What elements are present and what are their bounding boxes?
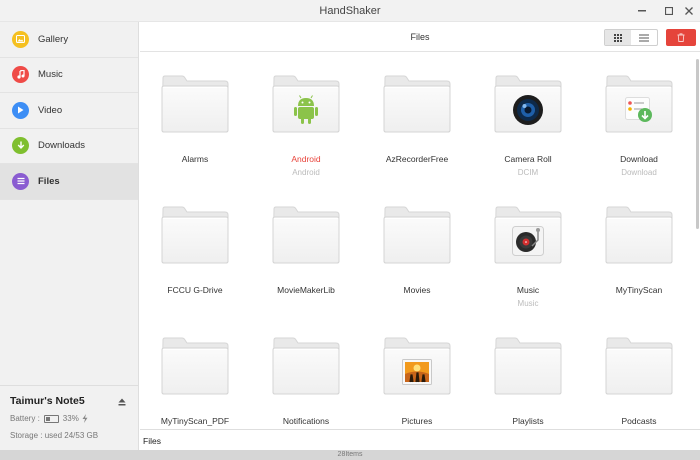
android-icon xyxy=(279,90,333,130)
folder-name: Pictures xyxy=(401,416,433,426)
folder-item[interactable]: AzRecorderFree xyxy=(367,57,467,182)
sidebar-item-label: Music xyxy=(38,69,63,81)
folder-item[interactable]: Notifications xyxy=(256,319,356,429)
folder-item[interactable]: MyTinyScan xyxy=(589,188,689,313)
camera-lens-icon xyxy=(501,90,555,130)
sidebar-item-label: Gallery xyxy=(38,33,69,45)
charging-bolt-icon xyxy=(82,414,88,423)
folder-item[interactable]: MovieMakerLib xyxy=(256,188,356,313)
device-panel: Taimur's Note5 Battery : 33% Storage : u… xyxy=(0,385,138,450)
close-button[interactable] xyxy=(681,3,697,19)
scrollbar-thumb[interactable] xyxy=(696,59,699,229)
files-icon xyxy=(12,172,29,190)
folder-item[interactable]: Android Android xyxy=(256,57,356,182)
battery-label: Battery : xyxy=(10,414,40,423)
folder-item[interactable]: Playlists xyxy=(478,319,578,429)
eject-button[interactable] xyxy=(118,398,126,408)
folder-name: Camera Roll xyxy=(504,154,552,164)
folder-item[interactable]: Camera Roll DCIM xyxy=(478,57,578,182)
folder-icon xyxy=(160,337,230,395)
folder-item[interactable]: MyTinyScan_PDF xyxy=(145,319,245,429)
folder-icon xyxy=(160,75,230,133)
folder-item[interactable]: Podcasts xyxy=(589,319,689,429)
trash-icon xyxy=(677,33,685,42)
folder-name: FCCU G-Drive xyxy=(167,285,223,295)
main-panel: Files Alarms Android Android AzRecorderF… xyxy=(140,22,700,450)
folder-icon xyxy=(271,206,341,264)
folder-subtitle: Android xyxy=(292,168,320,177)
status-bar: 28Items xyxy=(0,450,700,460)
minimize-button[interactable] xyxy=(634,3,650,19)
folder-item[interactable]: Download Download xyxy=(589,57,689,182)
sidebar-item-label: Downloads xyxy=(38,140,85,152)
folder-item[interactable]: Music Music xyxy=(478,188,578,313)
sidebar-item-gallery[interactable]: Gallery xyxy=(0,22,138,58)
sidebar-item-video[interactable]: Video xyxy=(0,93,138,129)
list-view-icon xyxy=(639,34,649,41)
folder-name: Alarms xyxy=(181,154,209,164)
folder-icon xyxy=(160,206,230,264)
folder-icon xyxy=(271,337,341,395)
folder-name: Playlists xyxy=(512,416,544,426)
folder-icon xyxy=(604,206,674,264)
record-player-icon xyxy=(501,221,555,261)
folder-name: Android xyxy=(291,154,321,164)
folder-name: MyTinyScan_PDF xyxy=(160,416,230,426)
view-toggle xyxy=(604,29,658,46)
battery-status: Battery : 33% xyxy=(10,414,128,423)
minimize-icon xyxy=(638,10,646,12)
folder-name: MyTinyScan xyxy=(615,285,663,295)
item-count: 28Items xyxy=(337,451,363,458)
download-badge-icon xyxy=(612,90,666,130)
close-icon xyxy=(685,7,693,15)
folder-subtitle: Music xyxy=(517,299,539,308)
maximize-button[interactable] xyxy=(661,3,677,19)
folder-name: Download xyxy=(620,154,658,164)
window-title: HandShaker xyxy=(319,5,381,17)
folder-name: MovieMakerLib xyxy=(277,285,335,295)
folder-subtitle: DCIM xyxy=(517,168,539,177)
download-icon xyxy=(12,137,29,155)
folder-subtitle: Download xyxy=(621,168,657,177)
eject-icon xyxy=(118,398,126,406)
toolbar: Files xyxy=(140,22,700,52)
list-view-button[interactable] xyxy=(631,30,657,45)
video-icon xyxy=(12,101,29,119)
grid-view-icon xyxy=(614,33,622,42)
battery-icon xyxy=(43,414,59,423)
folder-name: Movies xyxy=(403,285,431,295)
picture-icon xyxy=(390,352,444,392)
sidebar-item-label: Video xyxy=(38,104,63,116)
folder-item[interactable]: Pictures xyxy=(367,319,467,429)
folder-icon xyxy=(382,206,452,264)
folder-icon xyxy=(382,75,452,133)
folder-item[interactable]: Alarms xyxy=(145,57,245,182)
gallery-icon xyxy=(12,30,29,48)
folder-item[interactable]: FCCU G-Drive xyxy=(145,188,245,313)
maximize-icon xyxy=(665,7,673,15)
music-icon xyxy=(12,66,29,84)
sidebar-item-label: Files xyxy=(38,175,60,187)
folder-name: AzRecorderFree xyxy=(385,154,449,164)
folder-grid: Alarms Android Android AzRecorderFree Ca… xyxy=(140,53,693,429)
folder-icon xyxy=(604,337,674,395)
path-bar: Files xyxy=(140,429,700,450)
folder-name: Podcasts xyxy=(621,416,657,426)
title-bar: HandShaker xyxy=(0,0,700,22)
grid-view-button[interactable] xyxy=(605,30,631,45)
folder-name: Music xyxy=(516,285,540,295)
sidebar: Gallery Music Video Downloads Files Taim… xyxy=(0,22,139,450)
delete-button[interactable] xyxy=(666,29,696,46)
folder-icon xyxy=(493,337,563,395)
sidebar-item-music[interactable]: Music xyxy=(0,58,138,93)
device-name: Taimur's Note5 xyxy=(10,395,85,407)
folder-item[interactable]: Movies xyxy=(367,188,467,313)
sidebar-item-downloads[interactable]: Downloads xyxy=(0,129,138,164)
sidebar-item-files[interactable]: Files xyxy=(0,164,138,200)
folder-name: Notifications xyxy=(282,416,330,426)
storage-status: Storage : used 24/53 GB xyxy=(10,431,99,440)
path-breadcrumb[interactable]: Files xyxy=(143,436,161,446)
scrollbar[interactable] xyxy=(695,53,700,429)
battery-percent: 33% xyxy=(62,414,79,423)
